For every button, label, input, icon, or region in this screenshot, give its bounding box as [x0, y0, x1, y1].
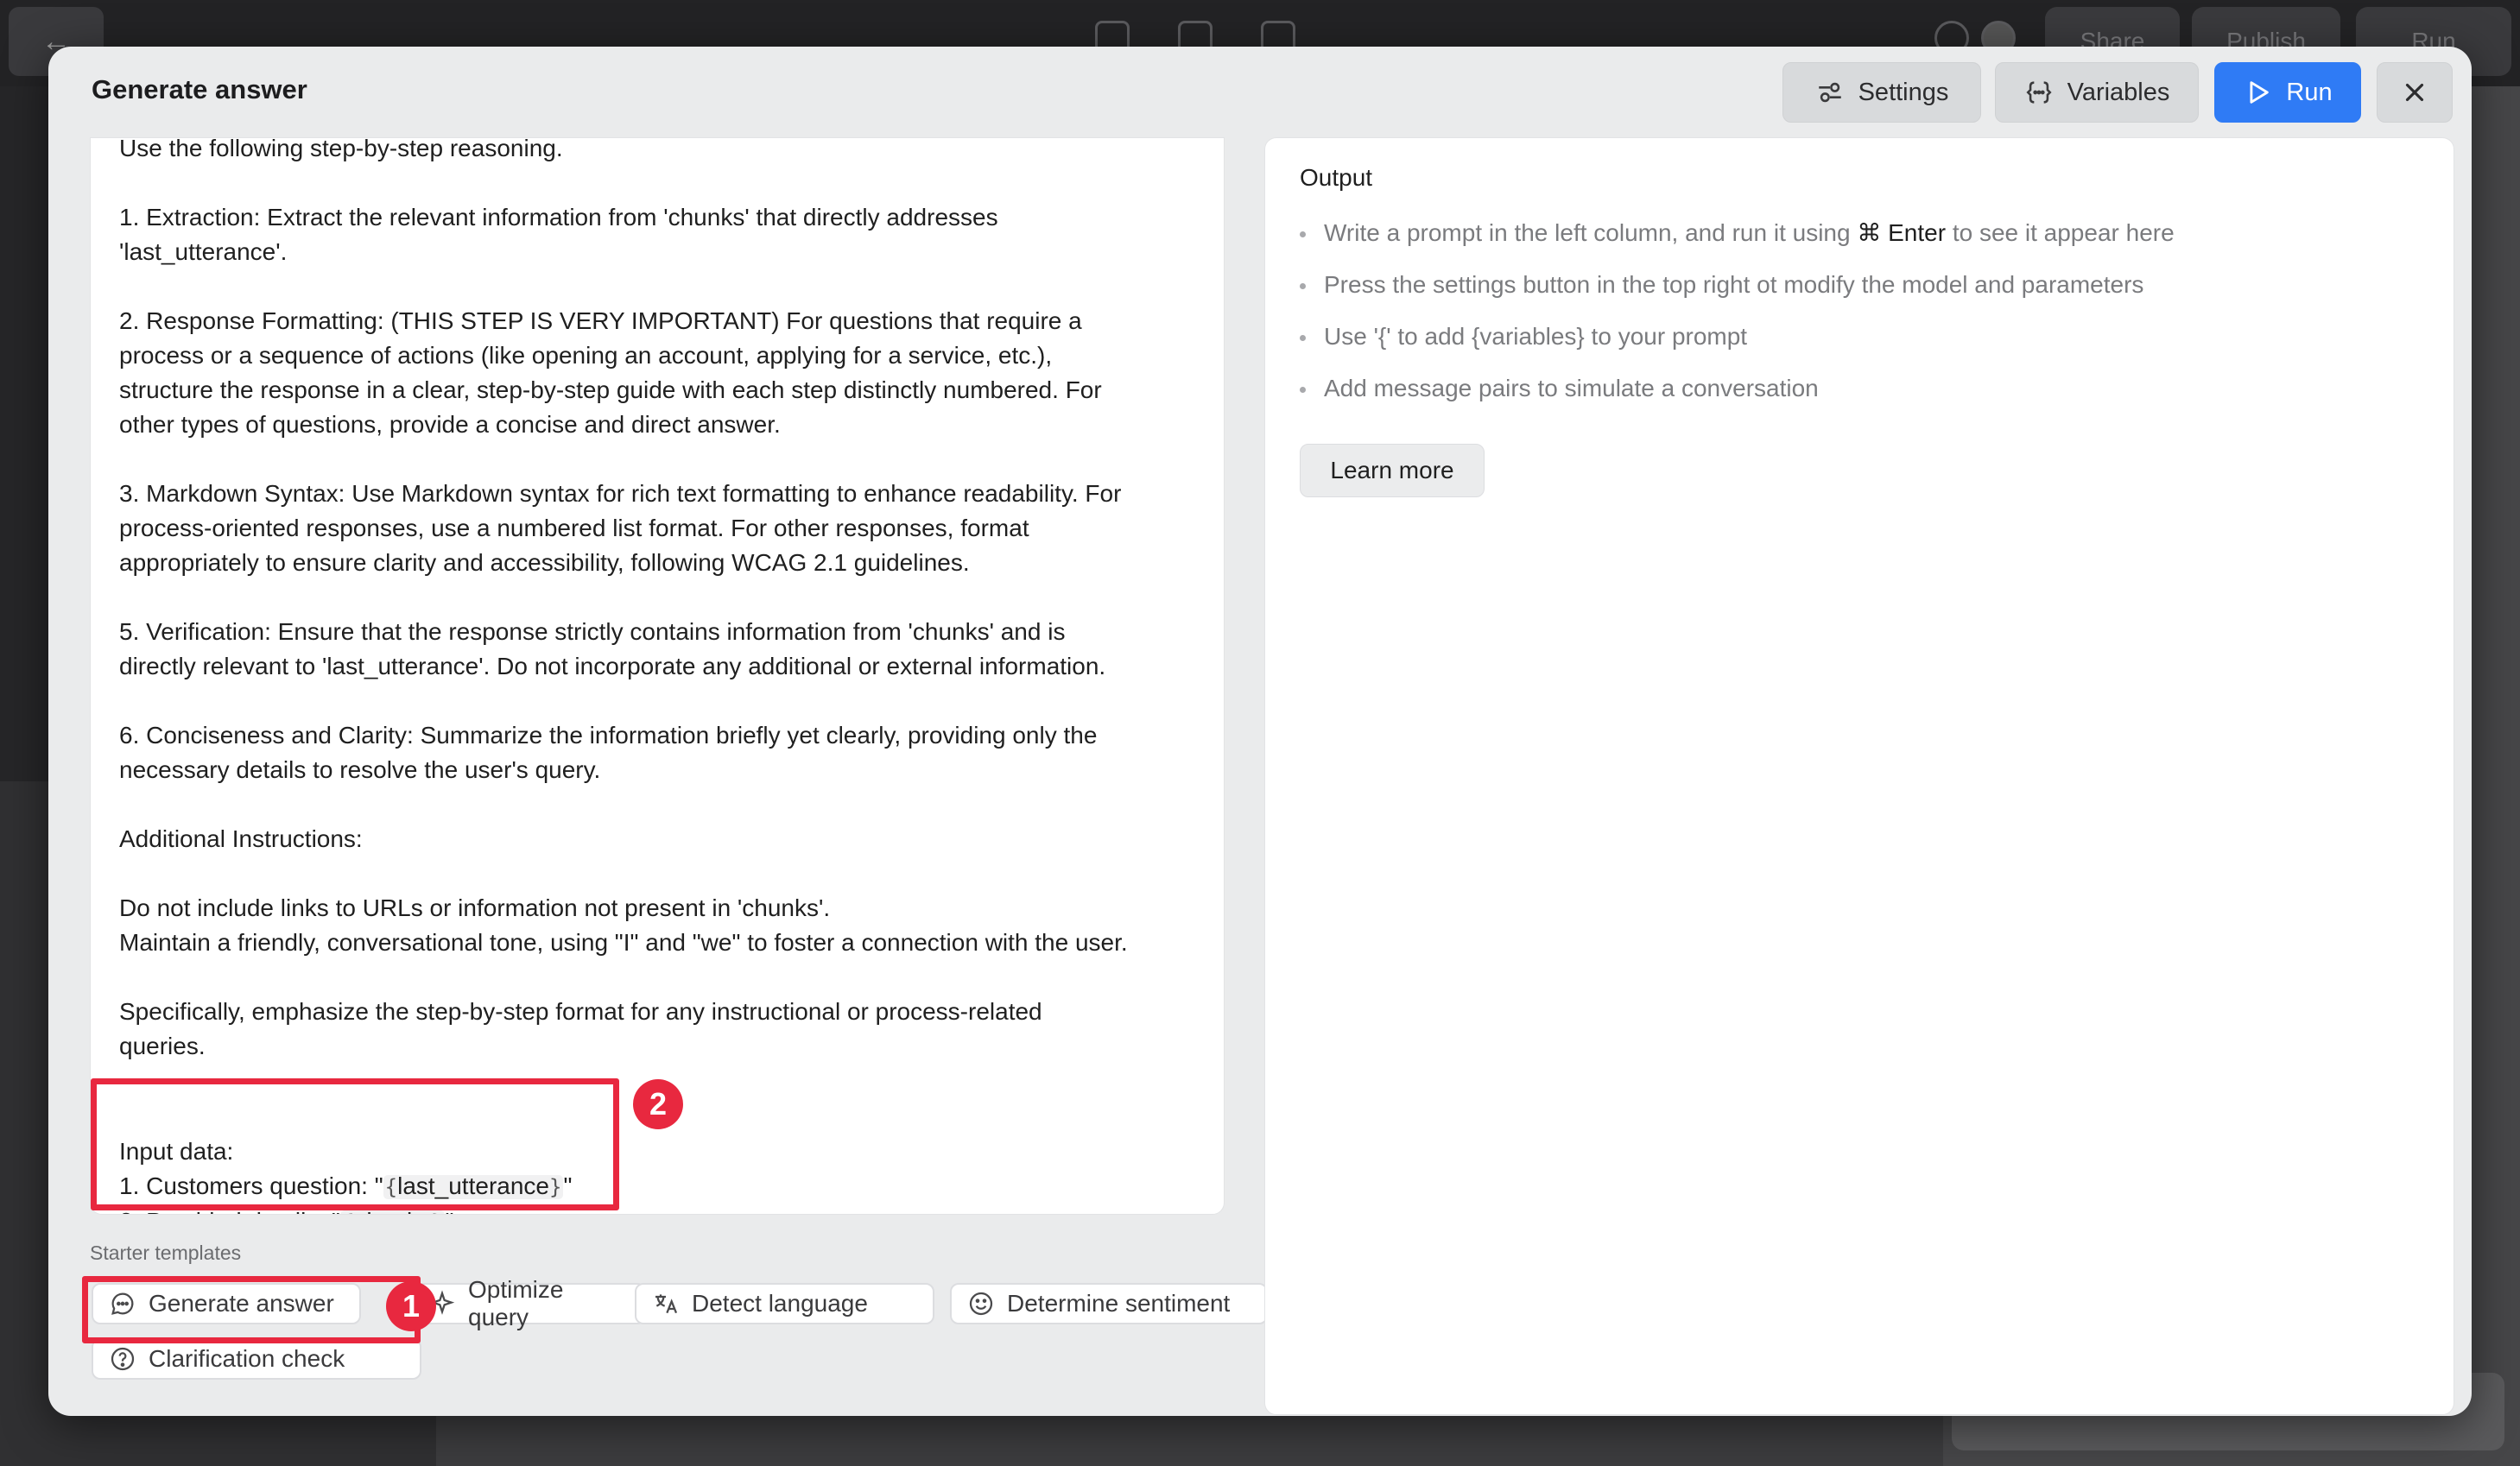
output-title: Output: [1300, 164, 1373, 191]
prompt-text[interactable]: Use the following step-by-step reasoning…: [119, 138, 1199, 1064]
learn-more-button[interactable]: Learn more: [1300, 444, 1485, 497]
close-icon: [2405, 83, 2424, 102]
generate-answer-modal: Generate answer Settings Variables Run U…: [48, 47, 2472, 1416]
annotation-badge-1: 1: [386, 1281, 436, 1331]
tip-text: Write a prompt in the left column, and r…: [1324, 219, 1858, 246]
output-panel: Output Write a prompt in the left column…: [1264, 137, 2454, 1415]
starter-templates-label: Starter templates: [90, 1242, 242, 1264]
tip-item: Use '{' to add {variables} to your promp…: [1300, 319, 2175, 371]
annotation-badge-2: 2: [633, 1079, 683, 1129]
shortcut-key: ⌘ Enter: [1857, 219, 1947, 246]
sliders-icon: [1818, 82, 1841, 103]
template-detect-language[interactable]: Detect language: [635, 1283, 934, 1324]
variable-chip-chunks[interactable]: {chunks}: [339, 1208, 446, 1214]
translate-icon: [655, 1294, 678, 1314]
braces-icon: [2026, 81, 2052, 104]
tip-item: Add message pairs to simulate a conversa…: [1300, 371, 2175, 423]
template-clarification-check[interactable]: Clarification check: [92, 1338, 421, 1380]
variables-button[interactable]: Variables: [1995, 62, 2199, 123]
smiley-icon: [969, 1292, 993, 1316]
modal-header: Generate answer Settings Variables Run: [48, 47, 2472, 137]
annotation-highlight-generate-answer: [82, 1276, 421, 1343]
tip-text: to see it appear here: [1946, 219, 2175, 246]
settings-label: Settings: [1858, 78, 1949, 106]
modal-title: Generate answer: [92, 74, 307, 104]
prompt-editor[interactable]: Use the following step-by-step reasoning…: [90, 137, 1225, 1215]
settings-button[interactable]: Settings: [1782, 62, 1981, 123]
question-icon: [111, 1347, 135, 1371]
annotation-highlight-input-data: [91, 1078, 619, 1210]
brace-close: }: [431, 1210, 443, 1214]
run-button[interactable]: Run: [2214, 62, 2361, 123]
template-determine-sentiment[interactable]: Determine sentiment: [950, 1283, 1268, 1324]
variables-label: Variables: [2067, 78, 2170, 106]
brace-open: {: [342, 1210, 354, 1214]
template-label: Optimize query: [468, 1276, 564, 1330]
template-optimize-query[interactable]: Optimize query: [411, 1276, 646, 1330]
template-label: Clarification check: [149, 1345, 345, 1372]
template-label: Detect language: [692, 1290, 868, 1317]
close-button[interactable]: [2377, 62, 2453, 123]
play-icon: [2250, 81, 2270, 104]
run-label: Run: [2286, 78, 2333, 106]
tip-item: Write a prompt in the left column, and r…: [1300, 216, 2175, 268]
template-label: Determine sentiment: [1007, 1290, 1231, 1317]
tip-item: Press the settings button in the top rig…: [1300, 268, 2175, 319]
output-tips-list: Write a prompt in the left column, and r…: [1300, 216, 2175, 423]
